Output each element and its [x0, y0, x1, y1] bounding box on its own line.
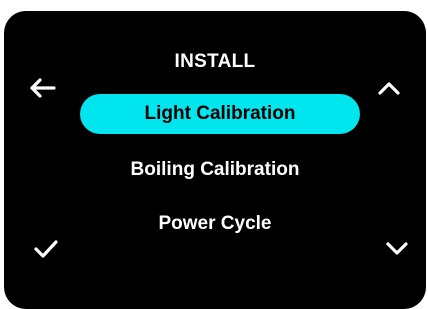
menu-item-power-cycle[interactable]: Power Cycle — [4, 213, 426, 235]
menu-item-boiling-calibration[interactable]: Boiling Calibration — [4, 159, 426, 181]
check-icon[interactable] — [32, 234, 62, 264]
menu-item-light-calibration[interactable]: Light Calibration — [80, 94, 360, 134]
menu-title: INSTALL — [174, 51, 256, 72]
back-arrow-icon[interactable] — [27, 73, 57, 103]
device-screen: INSTALL Light Calibration Boiling Calibr… — [4, 11, 426, 309]
chevron-up-icon[interactable] — [374, 72, 404, 102]
chevron-down-icon[interactable] — [382, 234, 412, 264]
